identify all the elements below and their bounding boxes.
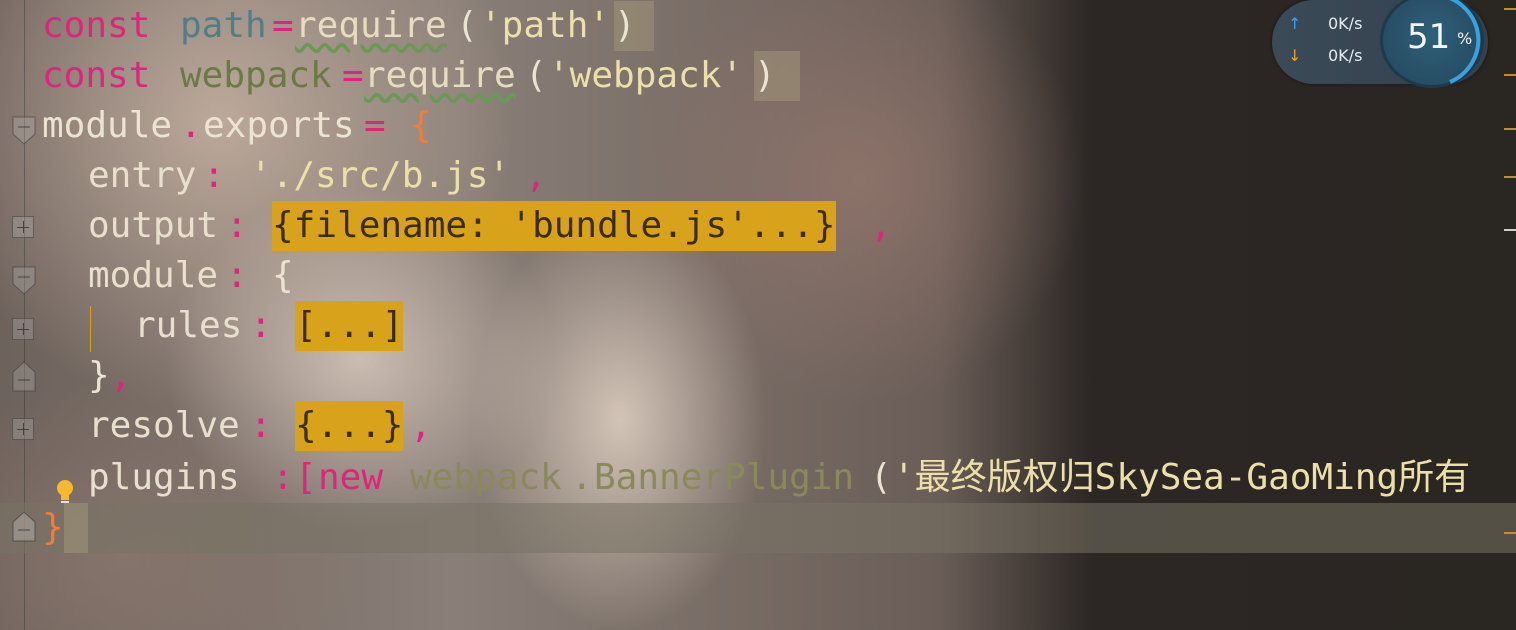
key-rules: rules bbox=[134, 305, 243, 346]
cpu-percent: 51 bbox=[1407, 17, 1451, 57]
folded-region-resolve[interactable]: {...} bbox=[295, 401, 404, 451]
string-literal: 'path' bbox=[480, 5, 611, 46]
code-line-4[interactable]: entry : './src/b.js' , bbox=[0, 151, 600, 201]
bracket-open: [ bbox=[295, 457, 317, 498]
brace-close: } bbox=[88, 355, 110, 396]
scroll-mark bbox=[1504, 229, 1516, 231]
scroll-mark bbox=[1504, 8, 1516, 10]
scroll-mark bbox=[1504, 128, 1516, 130]
code-line-7[interactable]: rules : [...] bbox=[0, 301, 450, 351]
function-require: require bbox=[364, 55, 516, 96]
key-entry: entry bbox=[88, 155, 197, 196]
colon: : bbox=[250, 405, 272, 446]
brace-close: } bbox=[42, 507, 64, 548]
code-line-2[interactable]: const webpack = require ( 'webpack' ) bbox=[0, 51, 820, 101]
scroll-mark bbox=[1504, 532, 1516, 534]
colon: : bbox=[203, 155, 225, 196]
key-resolve: resolve bbox=[88, 405, 240, 446]
string-banner-text: '最终版权归SkySea-GaoMing所有 bbox=[893, 457, 1471, 498]
object-webpack: webpack bbox=[410, 457, 562, 498]
key-module: module bbox=[88, 255, 219, 296]
download-row: ↓ 0K/s bbox=[1288, 44, 1388, 68]
scroll-mark bbox=[1504, 176, 1516, 178]
colon: : bbox=[226, 255, 248, 296]
colon: : bbox=[272, 457, 294, 498]
class-bannerplugin: BannerPlugin bbox=[594, 457, 855, 498]
string-entry-path: './src/b.js' bbox=[250, 155, 511, 196]
fold-end-icon[interactable] bbox=[12, 510, 36, 542]
scroll-mark bbox=[1504, 74, 1516, 76]
paren-open: ( bbox=[870, 457, 892, 498]
key-plugins: plugins bbox=[88, 457, 240, 498]
fold-collapse-icon[interactable] bbox=[12, 264, 36, 295]
code-editor[interactable]: const path = require ( 'path' ) const we… bbox=[0, 0, 1516, 630]
folded-region-rules[interactable]: [...] bbox=[295, 301, 404, 351]
comma: , bbox=[110, 355, 132, 396]
comma: , bbox=[410, 405, 432, 446]
keyword-const: const bbox=[42, 55, 151, 96]
function-require: require bbox=[295, 5, 447, 46]
comma: , bbox=[525, 155, 547, 196]
colon: : bbox=[250, 305, 272, 346]
variable-path: path bbox=[180, 5, 267, 46]
cpu-unit: % bbox=[1457, 29, 1473, 48]
download-arrow-icon: ↓ bbox=[1288, 46, 1302, 65]
cpu-usage-dial[interactable]: 51 % bbox=[1380, 0, 1484, 88]
scrollbar-markers[interactable] bbox=[1500, 0, 1516, 630]
paren-close: ) bbox=[754, 51, 800, 101]
fold-end-icon[interactable] bbox=[12, 360, 36, 392]
operator-assign: = bbox=[272, 5, 294, 46]
download-speed: 0K/s bbox=[1328, 46, 1363, 65]
string-literal: 'webpack' bbox=[548, 55, 744, 96]
colon: : bbox=[226, 205, 248, 246]
brace-open: { bbox=[410, 105, 432, 146]
dot-operator: . bbox=[180, 105, 202, 146]
fold-collapse-icon[interactable] bbox=[12, 114, 36, 145]
code-line-3[interactable]: module . exports = { bbox=[0, 101, 500, 151]
keyword-const: const bbox=[42, 5, 151, 46]
upload-row: ↑ 0K/s bbox=[1288, 12, 1388, 36]
brace-open: { bbox=[272, 255, 294, 296]
cursor-match-box bbox=[64, 503, 88, 553]
comma: , bbox=[870, 205, 892, 246]
fold-expand-icon[interactable] bbox=[12, 216, 34, 238]
code-line-1[interactable]: const path = require ( 'path' ) bbox=[0, 1, 700, 51]
code-line-10[interactable]: plugins : [ new webpack . BannerPlugin (… bbox=[0, 453, 1516, 503]
upload-speed: 0K/s bbox=[1328, 14, 1363, 33]
fold-expand-icon[interactable] bbox=[12, 418, 34, 440]
code-line-9[interactable]: resolve : {...} , bbox=[0, 401, 500, 451]
paren-open: ( bbox=[456, 5, 478, 46]
property-exports: exports bbox=[203, 105, 355, 146]
folded-region-output[interactable]: {filename: 'bundle.js'...} bbox=[272, 201, 836, 251]
key-output: output bbox=[88, 205, 219, 246]
code-line-5[interactable]: output : {filename: 'bundle.js'...} , bbox=[0, 201, 900, 251]
code-line-6[interactable]: module : { bbox=[0, 251, 400, 301]
keyword-new: new bbox=[318, 457, 384, 498]
current-line-highlight bbox=[0, 503, 1516, 553]
dot-operator: . bbox=[571, 457, 593, 498]
object-module: module bbox=[42, 105, 173, 146]
paren-close: ) bbox=[614, 1, 654, 51]
fold-expand-icon[interactable] bbox=[12, 318, 34, 340]
lightbulb-icon[interactable] bbox=[55, 474, 75, 503]
upload-arrow-icon: ↑ bbox=[1288, 14, 1302, 33]
operator-assign: = bbox=[342, 55, 364, 96]
operator-assign: = bbox=[364, 105, 386, 146]
paren-open: ( bbox=[525, 55, 547, 96]
variable-webpack: webpack bbox=[180, 55, 332, 96]
